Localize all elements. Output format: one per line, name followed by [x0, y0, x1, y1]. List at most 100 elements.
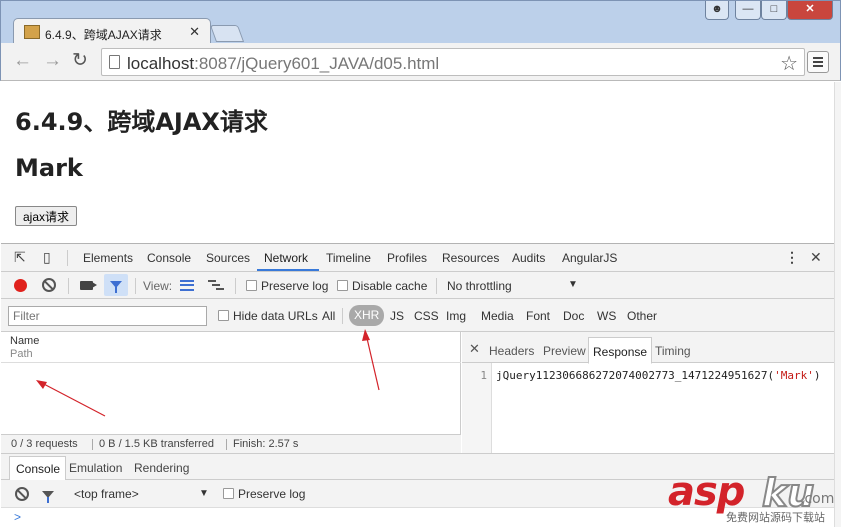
view-label: View: — [143, 279, 173, 293]
console-filter-icon[interactable] — [42, 491, 54, 503]
network-toolbar: View: Preserve log Disable cache No thro… — [1, 272, 834, 299]
filter-type-css[interactable]: CSS — [414, 309, 439, 323]
watermark-subtitle: 免费网站源码下载站 — [726, 512, 825, 524]
page-heading: 6.4.9、跨域AJAX请求 — [15, 108, 268, 136]
inspect-element-icon[interactable]: ⇱ — [14, 249, 26, 266]
tab-timing[interactable]: Timing — [655, 344, 691, 358]
close-detail-icon[interactable]: ✕ — [469, 341, 480, 357]
drawer-tab-rendering[interactable]: Rendering — [134, 461, 189, 475]
response-argument: 'Mark' — [774, 369, 814, 382]
large-rows-icon[interactable] — [180, 280, 194, 291]
filter-type-all[interactable]: All — [322, 309, 335, 323]
response-body: jQuery112306686272074002773_147122495162… — [496, 369, 821, 382]
back-arrow-icon[interactable]: ← — [13, 51, 32, 71]
chrome-menu-icon[interactable] — [807, 51, 829, 73]
tab-profiles[interactable]: Profiles — [387, 251, 427, 265]
requests-count: 0 / 3 requests — [11, 438, 78, 450]
filter-type-img[interactable]: Img — [446, 309, 466, 323]
more-options-icon[interactable]: ⋮ — [785, 249, 799, 266]
disable-cache-checkbox[interactable] — [337, 280, 348, 291]
network-status-bar: 0 / 3 requests 0 B / 1.5 KB transferred … — [1, 434, 461, 453]
minimize-button[interactable]: — — [735, 1, 761, 20]
url-path: :8087/jQuery601_JAVA/d05.html — [194, 54, 440, 73]
column-name[interactable]: Name — [10, 335, 39, 347]
hide-data-urls-checkbox[interactable] — [218, 310, 229, 321]
filter-toggle-button[interactable] — [104, 274, 128, 296]
tab-sources[interactable]: Sources — [206, 251, 250, 265]
preserve-log-checkbox[interactable] — [246, 280, 257, 291]
record-icon[interactable] — [14, 279, 27, 292]
reload-icon[interactable]: ↻ — [72, 51, 88, 71]
filter-type-other[interactable]: Other — [627, 309, 657, 323]
filter-input[interactable] — [8, 306, 207, 326]
tab-elements[interactable]: Elements — [83, 251, 133, 265]
column-path[interactable]: Path — [10, 348, 33, 360]
watermark-logo: asp ku .com 免费网站源码下载站 — [668, 469, 838, 525]
tab-audits[interactable]: Audits — [512, 251, 545, 265]
window-close-button[interactable]: ✕ — [787, 1, 833, 20]
filter-funnel-icon — [110, 281, 122, 293]
overview-waterfall-icon[interactable] — [208, 280, 224, 292]
tab-preview[interactable]: Preview — [543, 344, 586, 358]
hide-data-urls-label: Hide data URLs — [233, 309, 318, 323]
toolbar-divider — [135, 278, 136, 294]
line-number-gutter: 1 — [462, 363, 492, 453]
tab-network[interactable]: Network — [264, 251, 308, 265]
devtools-tab-bar: ⇱ ▯ Elements Console Sources Network Tim… — [1, 244, 834, 272]
browser-tab[interactable]: 6.4.9、跨域AJAX请求 ✕ — [13, 18, 211, 45]
toolbar-divider — [67, 250, 68, 266]
chevron-down-icon[interactable]: ▼ — [568, 279, 578, 290]
drawer-tab-console[interactable]: Console — [9, 456, 67, 481]
clear-icon[interactable] — [42, 278, 56, 292]
filter-type-media[interactable]: Media — [481, 309, 514, 323]
tab-response[interactable]: Response — [588, 337, 653, 364]
throttling-select[interactable]: No throttling — [447, 279, 512, 293]
console-preserve-log-checkbox[interactable] — [223, 488, 234, 499]
request-detail-pane: ✕ Headers Preview Response Timing 1 jQue… — [462, 332, 834, 453]
filter-type-xhr[interactable]: XHR — [349, 305, 385, 326]
tab-angularjs[interactable]: AngularJS — [562, 251, 617, 265]
new-tab-button[interactable] — [209, 25, 245, 42]
drawer-tab-emulation[interactable]: Emulation — [69, 461, 122, 475]
finish-time: Finish: 2.57 s — [233, 438, 299, 450]
filter-type-ws[interactable]: WS — [597, 309, 616, 323]
tab-resources[interactable]: Resources — [442, 251, 499, 265]
user-profile-button[interactable]: ☻ — [705, 1, 729, 20]
tab-title: 6.4.9、跨域AJAX请求 — [45, 28, 162, 42]
status-divider — [92, 439, 93, 450]
detail-tab-bar: ✕ Headers Preview Response Timing — [462, 332, 834, 364]
filter-type-font[interactable]: Font — [526, 309, 550, 323]
response-callback: jQuery112306686272074002773_147122495162… — [496, 369, 775, 382]
context-select[interactable]: <top frame> — [74, 487, 139, 501]
maximize-button[interactable]: □ — [761, 1, 787, 20]
console-clear-icon[interactable] — [15, 487, 29, 501]
page-favicon-icon — [24, 25, 40, 39]
bookmark-star-icon[interactable]: ☆ — [780, 51, 798, 76]
filter-type-js[interactable]: JS — [390, 309, 404, 323]
tab-console[interactable]: Console — [147, 251, 191, 265]
active-tab-indicator — [257, 269, 319, 271]
browser-titlebar: 6.4.9、跨域AJAX请求 ✕ ☻ — □ ✕ — [0, 0, 841, 45]
status-divider — [226, 439, 227, 450]
prompt-chevron-icon: > — [14, 510, 22, 524]
close-devtools-icon[interactable]: ✕ — [810, 249, 822, 266]
capture-screenshots-icon[interactable] — [80, 281, 97, 290]
forward-arrow-icon[interactable]: → — [43, 51, 62, 71]
address-bar[interactable]: localhost:8087/jQuery601_JAVA/d05.html ☆ — [101, 48, 805, 76]
url-host: localhost — [127, 54, 195, 73]
chevron-down-icon[interactable]: ▼ — [199, 488, 209, 499]
tab-headers[interactable]: Headers — [489, 344, 534, 358]
tab-close-icon[interactable]: ✕ — [189, 24, 200, 40]
watermark-tld: .com — [800, 491, 835, 507]
url-text[interactable]: localhost:8087/jQuery601_JAVA/d05.html — [127, 54, 439, 74]
name-heading: Mark — [15, 154, 83, 182]
request-list-header[interactable]: Name Path — [1, 332, 461, 363]
network-filter-bar: Hide data URLs All XHR JS CSS Img Media … — [1, 299, 834, 332]
device-mode-icon[interactable]: ▯ — [43, 249, 51, 266]
filter-type-doc[interactable]: Doc — [563, 309, 584, 323]
browser-toolbar: ← → ↻ localhost:8087/jQuery601_JAVA/d05.… — [0, 43, 841, 81]
tab-timeline[interactable]: Timeline — [326, 251, 371, 265]
page-viewport: 6.4.9、跨域AJAX请求 Mark ajax请求 — [1, 82, 834, 243]
ajax-request-button[interactable]: ajax请求 — [15, 206, 78, 226]
window-scrollbar[interactable] — [834, 82, 841, 527]
